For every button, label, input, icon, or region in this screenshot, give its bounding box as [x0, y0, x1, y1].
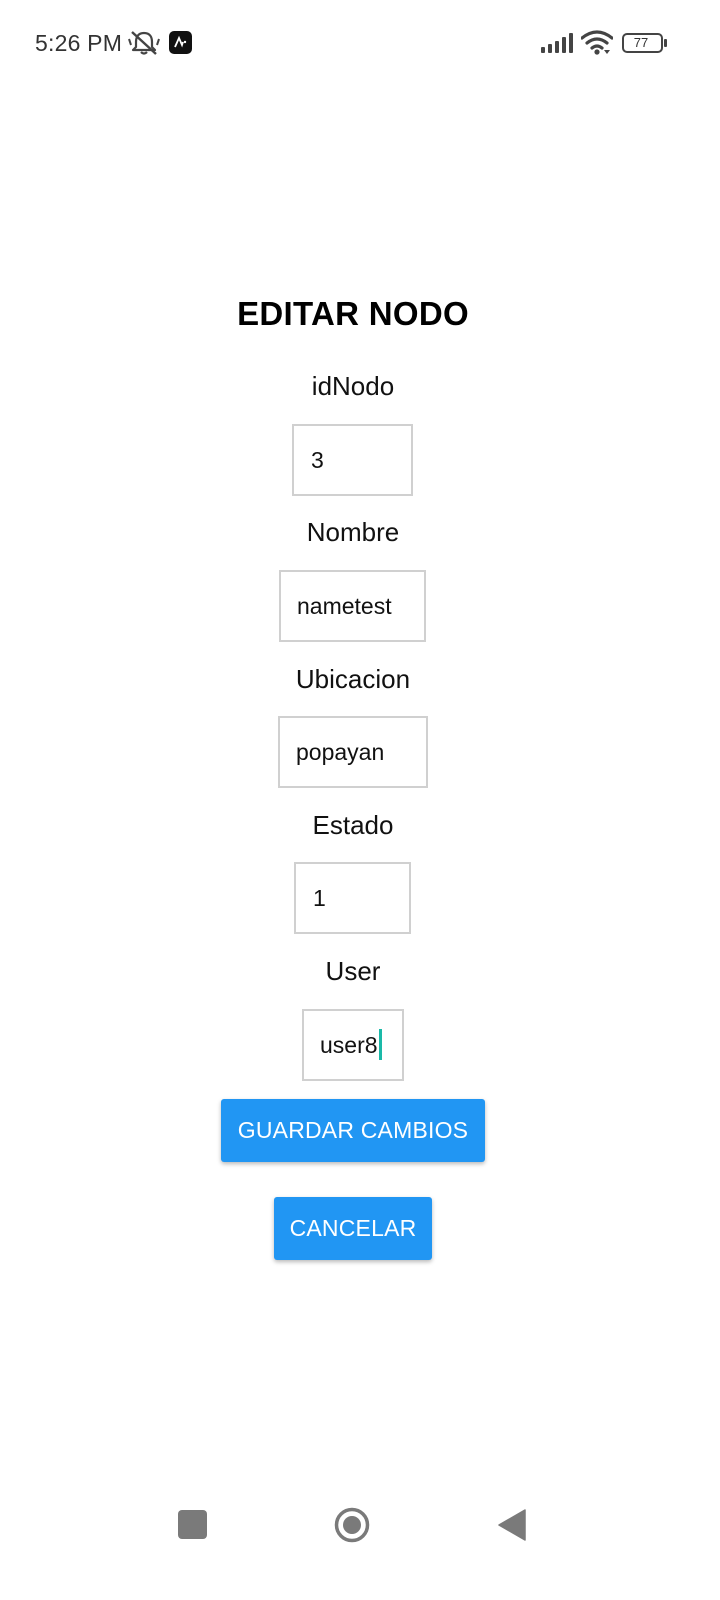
wifi-icon: [581, 30, 613, 55]
user-value: user8: [320, 1032, 378, 1058]
ubicacion-input[interactable]: popayan: [278, 716, 428, 788]
app-notification-icon: [169, 31, 192, 54]
estado-label: Estado: [312, 810, 394, 840]
nombre-input[interactable]: nametest: [279, 570, 426, 642]
id-nodo-input[interactable]: 3: [292, 424, 413, 496]
home-circle-icon[interactable]: [334, 1507, 370, 1543]
battery-level: 77: [633, 35, 649, 50]
mute-icon: [128, 31, 160, 55]
text-cursor: [378, 1029, 382, 1061]
estado-value: 1: [313, 885, 326, 911]
nombre-value: nametest: [297, 593, 392, 619]
nombre-label: Nombre: [306, 517, 400, 547]
page-title: EDITAR NODO: [237, 295, 469, 332]
cancel-button[interactable]: CANCELAR: [274, 1197, 432, 1260]
recents-square-icon[interactable]: [178, 1510, 207, 1539]
estado-input[interactable]: 1: [294, 862, 411, 934]
user-input[interactable]: user8: [302, 1009, 404, 1081]
signal-icon: [541, 33, 573, 53]
save-changes-button[interactable]: GUARDAR CAMBIOS: [221, 1099, 485, 1162]
status-time: 5:26 PM: [35, 30, 123, 56]
back-triangle-icon[interactable]: [498, 1509, 526, 1541]
ubicacion-value: popayan: [296, 739, 385, 765]
ubicacion-label: Ubicacion: [295, 664, 411, 694]
status-bar: 5:26 PM 77: [0, 0, 720, 90]
user-label: User: [325, 956, 381, 986]
id-nodo-value: 3: [311, 447, 324, 473]
id-nodo-label: idNodo: [311, 371, 395, 401]
